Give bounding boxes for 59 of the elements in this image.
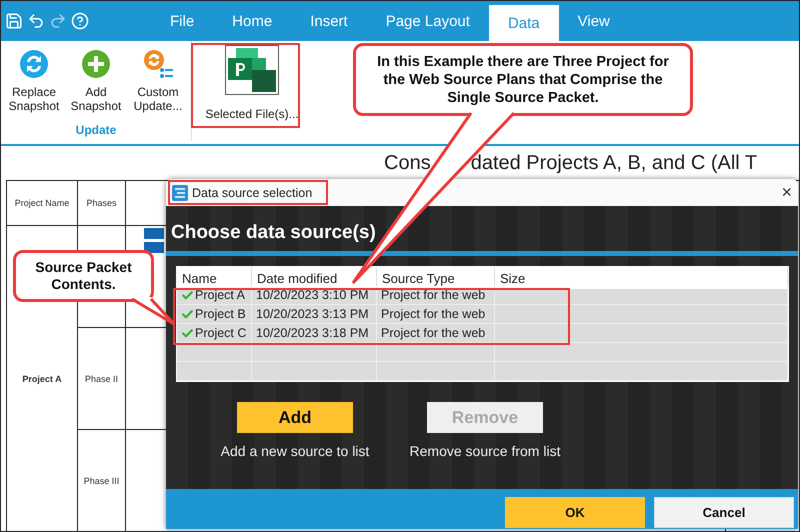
table-cell[interactable] bbox=[495, 305, 788, 324]
ribbon-button-label[interactable]: Replace Snapshot bbox=[3, 85, 65, 113]
table-cell[interactable]: Project C bbox=[177, 324, 252, 343]
action-button[interactable]: Add bbox=[237, 402, 353, 433]
save-icon[interactable] bbox=[5, 12, 23, 30]
column-header[interactable]: Source Type bbox=[377, 267, 495, 289]
dialog-heading: Choose data source(s) bbox=[170, 221, 377, 245]
table-cell[interactable] bbox=[495, 286, 788, 305]
ok-button[interactable]: OK bbox=[505, 497, 645, 528]
plus-icon bbox=[81, 49, 111, 79]
table-cell[interactable]: 10/20/2023 3:18 PM bbox=[252, 324, 377, 343]
ribbon-button-label[interactable]: Custom Update... bbox=[127, 85, 189, 113]
table-cell[interactable]: Project B bbox=[177, 305, 252, 324]
table-cell[interactable] bbox=[177, 362, 252, 381]
file-name: Project C bbox=[195, 326, 246, 340]
redo-icon[interactable] bbox=[49, 12, 67, 30]
table-cell[interactable] bbox=[377, 362, 495, 381]
action-caption: Add a new source to list bbox=[220, 443, 370, 459]
column-header[interactable]: Date modified bbox=[252, 267, 377, 289]
table-cell[interactable]: 10/20/2023 3:13 PM bbox=[252, 305, 377, 324]
callout: In this Example there are Three Project for the Web Source Plans that Comprise the Single Source Packet. bbox=[353, 43, 693, 116]
gantt-bar bbox=[144, 242, 164, 253]
table-cell[interactable]: Project for the web bbox=[377, 286, 495, 305]
app-icon bbox=[172, 184, 188, 200]
close-button[interactable]: × bbox=[781, 182, 792, 203]
table-cell[interactable] bbox=[377, 343, 495, 362]
file-name: Project B bbox=[195, 307, 246, 321]
table-cell[interactable]: Project A bbox=[177, 286, 252, 305]
table-header: Project Name bbox=[7, 181, 78, 226]
table-header: Phases bbox=[78, 181, 126, 226]
action-caption: Remove source from list bbox=[410, 443, 560, 459]
table-cell[interactable] bbox=[495, 324, 788, 343]
table-cell[interactable]: Project for the web bbox=[377, 324, 495, 343]
document-title: dated Projects A, B, and C (All T bbox=[470, 152, 758, 176]
file-name: Project A bbox=[195, 288, 246, 302]
group-label: Update bbox=[76, 123, 116, 137]
ribbon-button-label[interactable]: Selected File(s)... bbox=[205, 107, 299, 121]
sync-icon bbox=[19, 49, 49, 79]
table-cell[interactable]: 10/20/2023 3:10 PM bbox=[252, 286, 377, 305]
table-cell[interactable] bbox=[495, 343, 788, 362]
sync-list-icon bbox=[143, 49, 173, 79]
dialog-title: Data source selection bbox=[192, 186, 312, 200]
cancel-button[interactable]: Cancel bbox=[654, 497, 794, 528]
document-title: Cons bbox=[384, 152, 431, 176]
undo-icon[interactable] bbox=[27, 12, 45, 30]
table-cell[interactable] bbox=[177, 343, 252, 362]
ribbon-button-label[interactable]: Add Snapshot bbox=[65, 85, 127, 113]
callout: Source Packet Contents. bbox=[13, 250, 154, 302]
gantt-bar bbox=[144, 228, 164, 239]
table-cell[interactable] bbox=[252, 343, 377, 362]
table-cell[interactable] bbox=[495, 362, 788, 381]
help-icon[interactable] bbox=[71, 12, 89, 30]
table-cell[interactable]: Project for the web bbox=[377, 305, 495, 324]
table-cell[interactable] bbox=[252, 362, 377, 381]
table-cell: Phase II bbox=[78, 328, 126, 430]
column-header[interactable]: Name bbox=[177, 267, 252, 289]
column-header[interactable]: Size bbox=[495, 267, 788, 289]
project-file-icon[interactable] bbox=[225, 45, 279, 95]
table-cell: Phase III bbox=[78, 430, 126, 531]
